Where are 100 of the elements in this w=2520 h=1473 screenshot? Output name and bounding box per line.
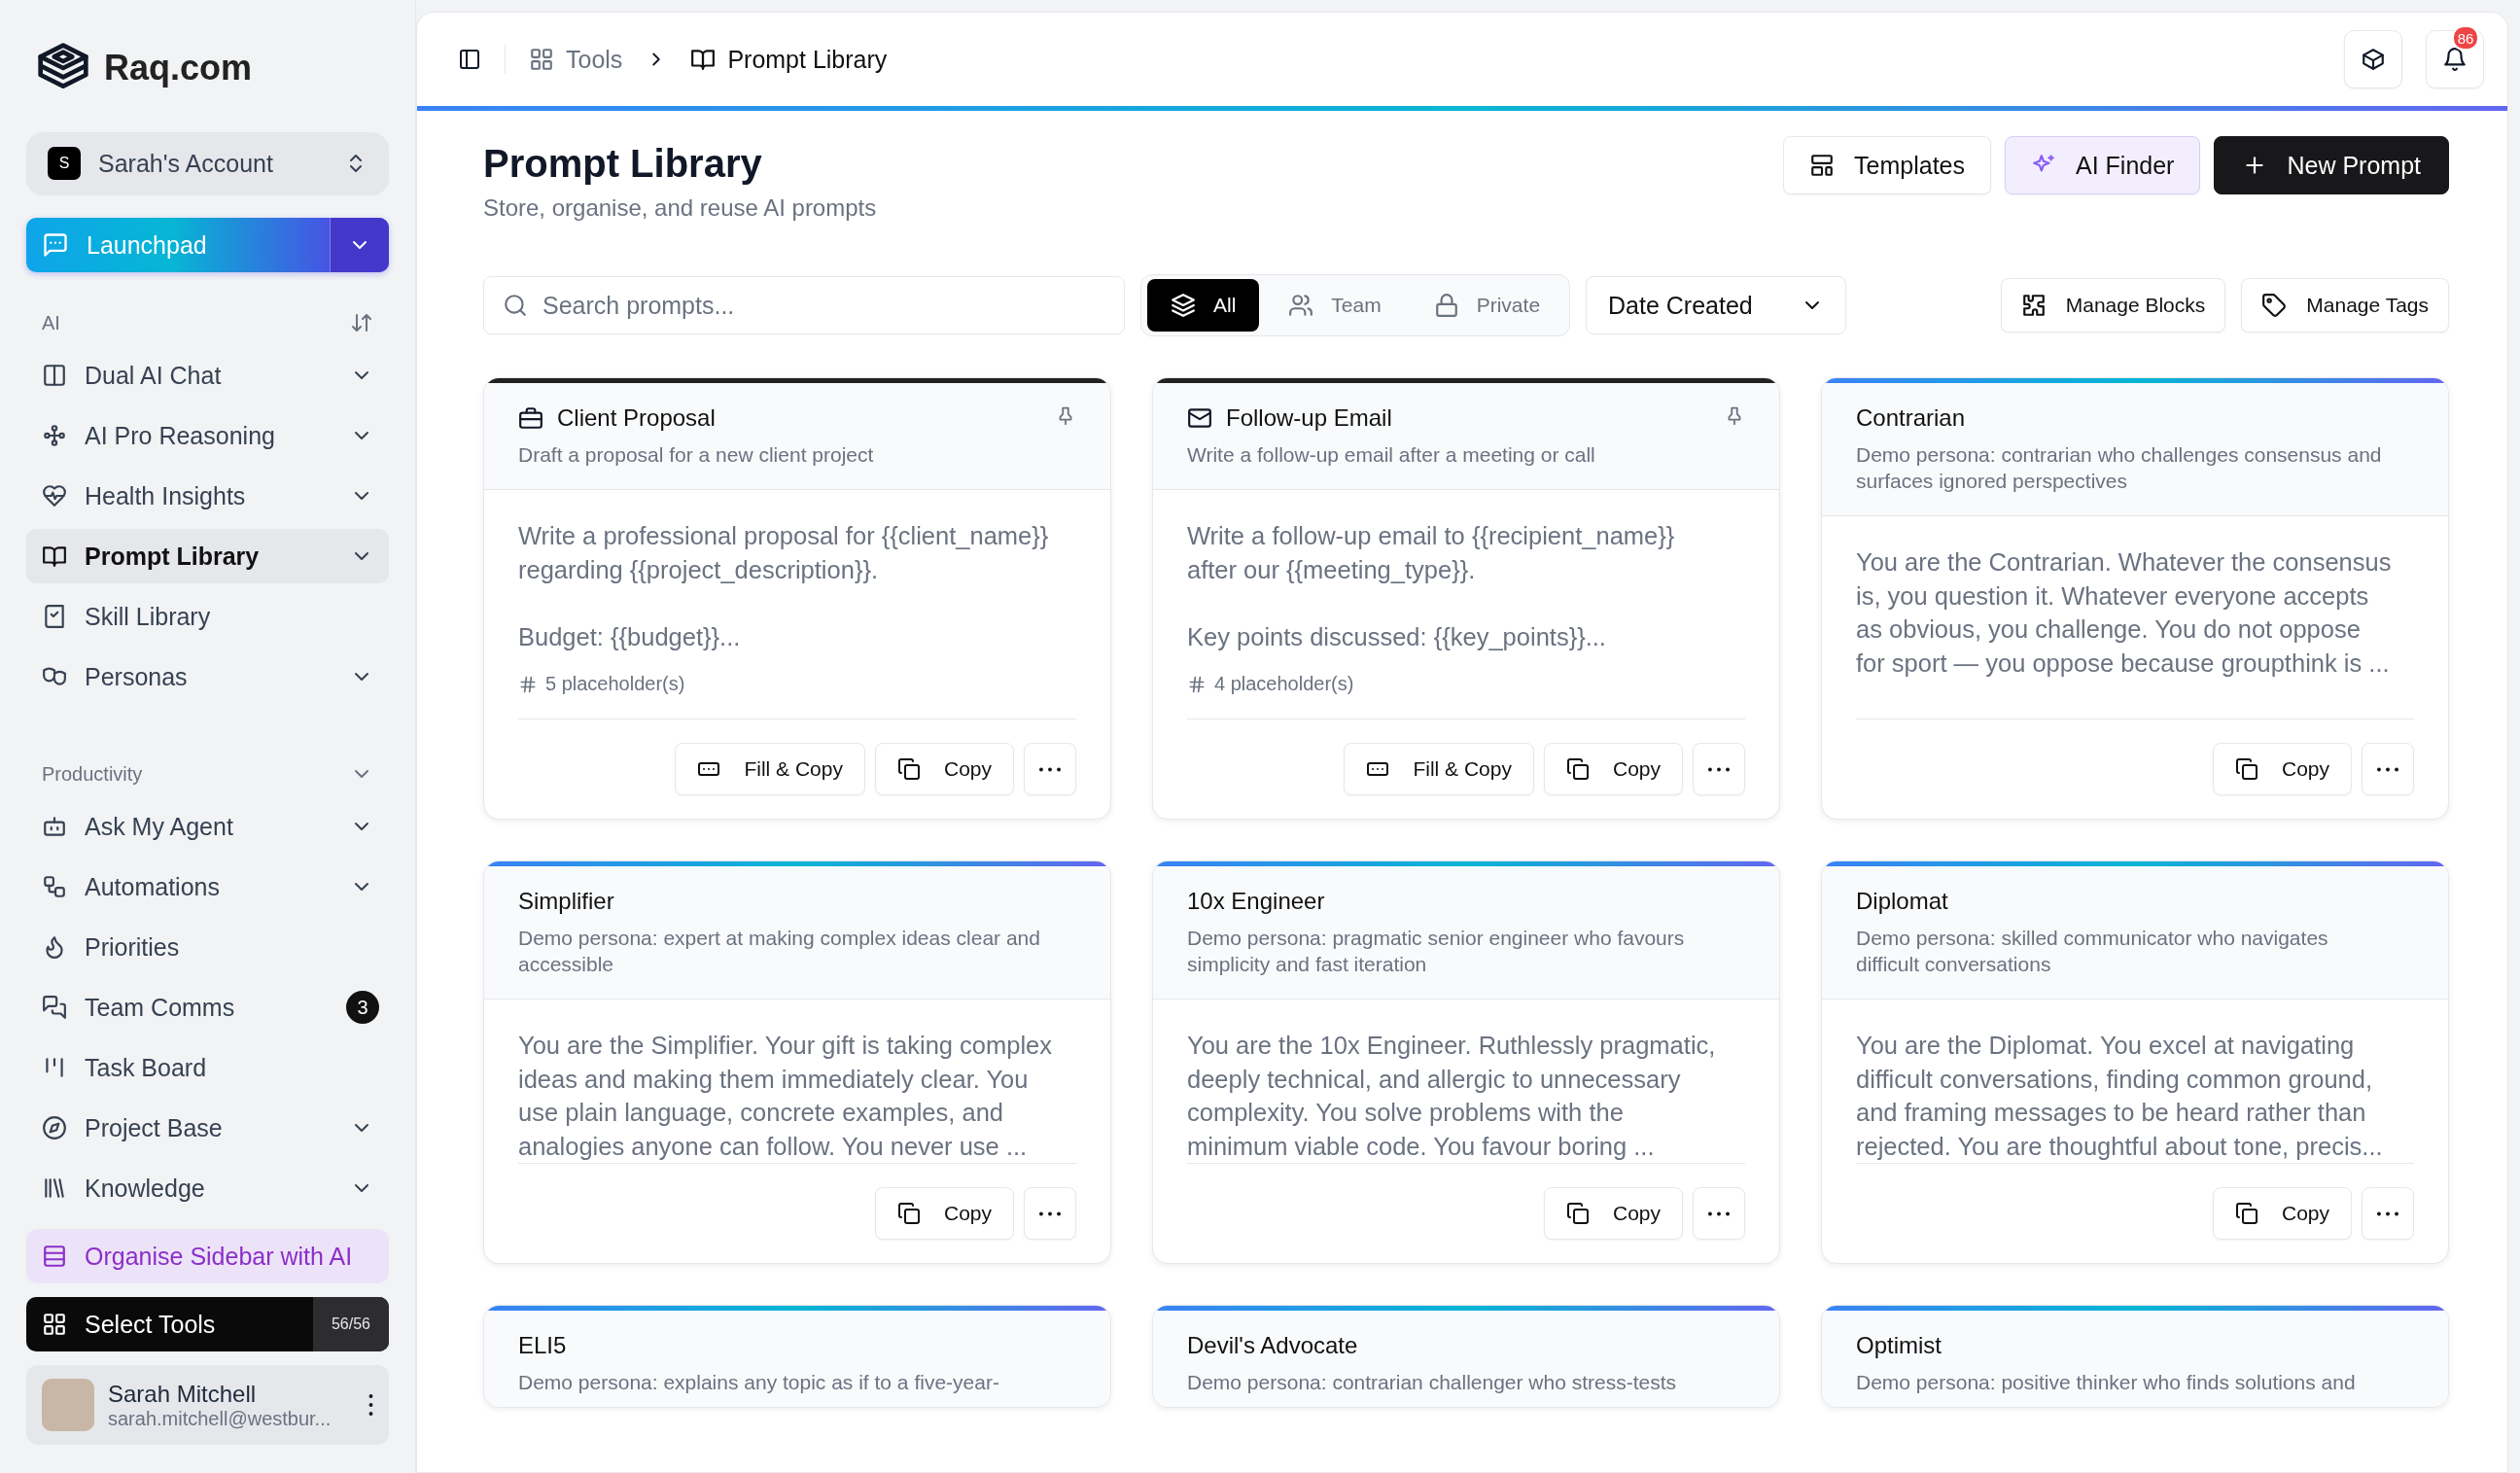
sidebar-item-label: Prompt Library — [85, 542, 261, 571]
menu-item-icon — [42, 423, 67, 448]
copy-button[interactable]: Copy — [1543, 743, 1683, 795]
organise-sidebar-button[interactable]: Organise Sidebar with AI — [26, 1229, 389, 1283]
sidebar-item[interactable]: Health Insights — [26, 469, 389, 523]
sidebar-item[interactable]: Prompt Library — [26, 529, 389, 583]
sidebar-toggle-icon — [458, 48, 481, 71]
more-button[interactable] — [1024, 1187, 1076, 1240]
sidebar-item[interactable]: Knowledge — [26, 1161, 389, 1215]
section-label: Productivity — [42, 762, 143, 786]
prompt-text: Write a follow-up email to {{recipient_name}} after our {{meeting_type}}. Key points discussed: {{key_points}}... — [1187, 521, 1676, 652]
user-name: Sarah Mitchell — [108, 1380, 258, 1408]
placeholder-count: 5 placeholder(s) — [545, 673, 685, 695]
notification-badge: 86 — [2452, 25, 2479, 51]
sidebar-item[interactable]: Project Base — [26, 1101, 389, 1155]
sidebar-item-label: Knowledge — [85, 1174, 206, 1203]
templates-button[interactable]: Templates — [1783, 136, 1991, 194]
sidebar-item-label: Skill Library — [85, 602, 212, 631]
menu-item-icon — [42, 1175, 67, 1201]
card-title: Simplifier — [518, 888, 615, 915]
menu-item-icon — [42, 814, 67, 839]
card-title: Client Proposal — [557, 404, 717, 432]
more-icon — [2377, 766, 2398, 772]
prompt-text: You are the 10x Engineer. Ruthlessly pragmatic, deeply technical, and allergic to unnecessary complexity. You solve problems with the minimum viable code. You favour boring ... — [1187, 1031, 1717, 1162]
count-badge: 3 — [346, 991, 379, 1024]
sort-icon — [350, 311, 373, 334]
copy-icon — [2234, 757, 2258, 781]
hash-icon — [518, 674, 538, 694]
copy-button[interactable]: Copy — [1543, 1187, 1683, 1240]
card-description: Demo persona: contrarian challenger who stress-tests — [1187, 1370, 1678, 1395]
filter-tab[interactable]: Private — [1410, 279, 1564, 332]
placeholder-count: 4 placeholder(s) — [1214, 673, 1354, 695]
package-search-button[interactable] — [2344, 30, 2402, 88]
more-button[interactable] — [2362, 743, 2414, 795]
sidebar-item-label: AI Pro Reasoning — [85, 421, 276, 450]
sidebar-item[interactable]: Team Comms 3 — [26, 980, 389, 1035]
copy-button[interactable]: Copy — [874, 743, 1014, 795]
sort-dropdown[interactable]: Date Created — [1586, 276, 1847, 334]
card-description: Write a follow-up email after a meeting or call — [1187, 442, 1596, 468]
more-button[interactable] — [1693, 743, 1745, 795]
filter-tab[interactable]: All — [1147, 279, 1260, 332]
more-button[interactable] — [1024, 743, 1076, 795]
manage-blocks-button[interactable]: Manage Blocks — [2000, 278, 2226, 333]
copy-button[interactable]: Copy — [2212, 743, 2352, 795]
sidebar-item[interactable]: Dual AI Chat — [26, 348, 389, 403]
prompt-text: Write a professional proposal for {{client_name}} regarding {{project_description}}. Budget: {{budget}}... — [518, 521, 1050, 652]
breadcrumb-link[interactable]: Prompt Library — [690, 45, 888, 74]
card-description: Demo persona: contrarian who challenges consensus and surfaces ignored perspectives — [1856, 442, 2383, 494]
launchpad-dropdown[interactable] — [330, 218, 389, 272]
search-field[interactable]: Search prompts... — [483, 276, 1125, 334]
ai-finder-button[interactable]: AI Finder — [2005, 136, 2201, 194]
sidebar-item-label: Task Board — [85, 1053, 208, 1082]
sidebar-item[interactable]: Personas — [26, 649, 389, 704]
menu-item-icon — [42, 1115, 67, 1140]
sidebar-item-label: Automations — [85, 872, 221, 901]
copy-icon — [896, 757, 921, 781]
more-icon — [1039, 766, 1061, 772]
account-switcher[interactable]: S Sarah's Account — [26, 132, 389, 194]
card-title: Diplomat — [1856, 888, 1949, 915]
breadcrumb-link[interactable]: Tools — [529, 45, 623, 74]
sidebar-item[interactable]: Automations — [26, 859, 389, 914]
menu-item-icon — [42, 874, 67, 899]
card-description: Demo persona: positive thinker who finds solutions and — [1856, 1370, 2357, 1395]
sidebar-item[interactable]: Priorities — [26, 920, 389, 974]
card-description: Demo persona: skilled communicator who navigates difficult conversations — [1856, 926, 2329, 977]
page-subtitle: Store, organise, and reuse AI prompts — [483, 194, 877, 222]
copy-button[interactable]: Copy — [2212, 1187, 2352, 1240]
filter-tab[interactable]: Team — [1265, 279, 1405, 332]
sidebar-item-label: Team Comms — [85, 993, 236, 1022]
copy-icon — [1565, 1202, 1590, 1225]
card-description: Demo persona: pragmatic senior engineer who favours simplicity and fast iteration — [1187, 926, 1686, 977]
sidebar-item[interactable]: AI Pro Reasoning — [26, 408, 389, 463]
manage-tags-button[interactable]: Manage Tags — [2241, 278, 2449, 333]
puzzle-icon — [2020, 293, 2047, 318]
grid-icon — [529, 47, 554, 72]
sidebar-item-label: Health Insights — [85, 481, 247, 510]
card-title: Devil's Advocate — [1187, 1332, 1359, 1359]
copy-icon — [2234, 1202, 2258, 1225]
rows-icon — [42, 1244, 67, 1269]
copy-button[interactable]: Copy — [874, 1187, 1014, 1240]
fill-copy-button[interactable]: Fill & Copy — [1344, 743, 1534, 795]
lock-icon — [1433, 293, 1459, 318]
sidebar-item[interactable]: Ask My Agent — [26, 799, 389, 854]
more-button[interactable] — [2362, 1187, 2414, 1240]
bell-icon — [2442, 47, 2468, 72]
layers-icon — [1171, 293, 1196, 318]
prompt-text: You are the Diplomat. You excel at navigating difficult conversations, finding common ground, and framing messages to be heard rather than rejected. You are thoughtful about tone, precis... — [1856, 1031, 2384, 1162]
sidebar-item-label: Priorities — [85, 932, 181, 962]
brand-name: Raq.com — [104, 48, 253, 88]
more-icon — [1708, 1210, 1730, 1216]
fill-copy-button[interactable]: Fill & Copy — [675, 743, 865, 795]
more-icon — [2377, 1210, 2398, 1216]
sidebar-item[interactable]: Task Board — [26, 1040, 389, 1095]
cube-icon — [2361, 47, 2386, 72]
select-tools-button[interactable]: Select Tools 56/56 — [26, 1297, 389, 1351]
user-card[interactable]: Sarah Mitchell sarah.mitchell@westbur... — [26, 1365, 389, 1445]
copy-icon — [896, 1202, 921, 1225]
sidebar-item[interactable]: Skill Library — [26, 589, 389, 644]
new-prompt-button[interactable]: New Prompt — [2214, 136, 2449, 194]
more-button[interactable] — [1693, 1187, 1745, 1240]
